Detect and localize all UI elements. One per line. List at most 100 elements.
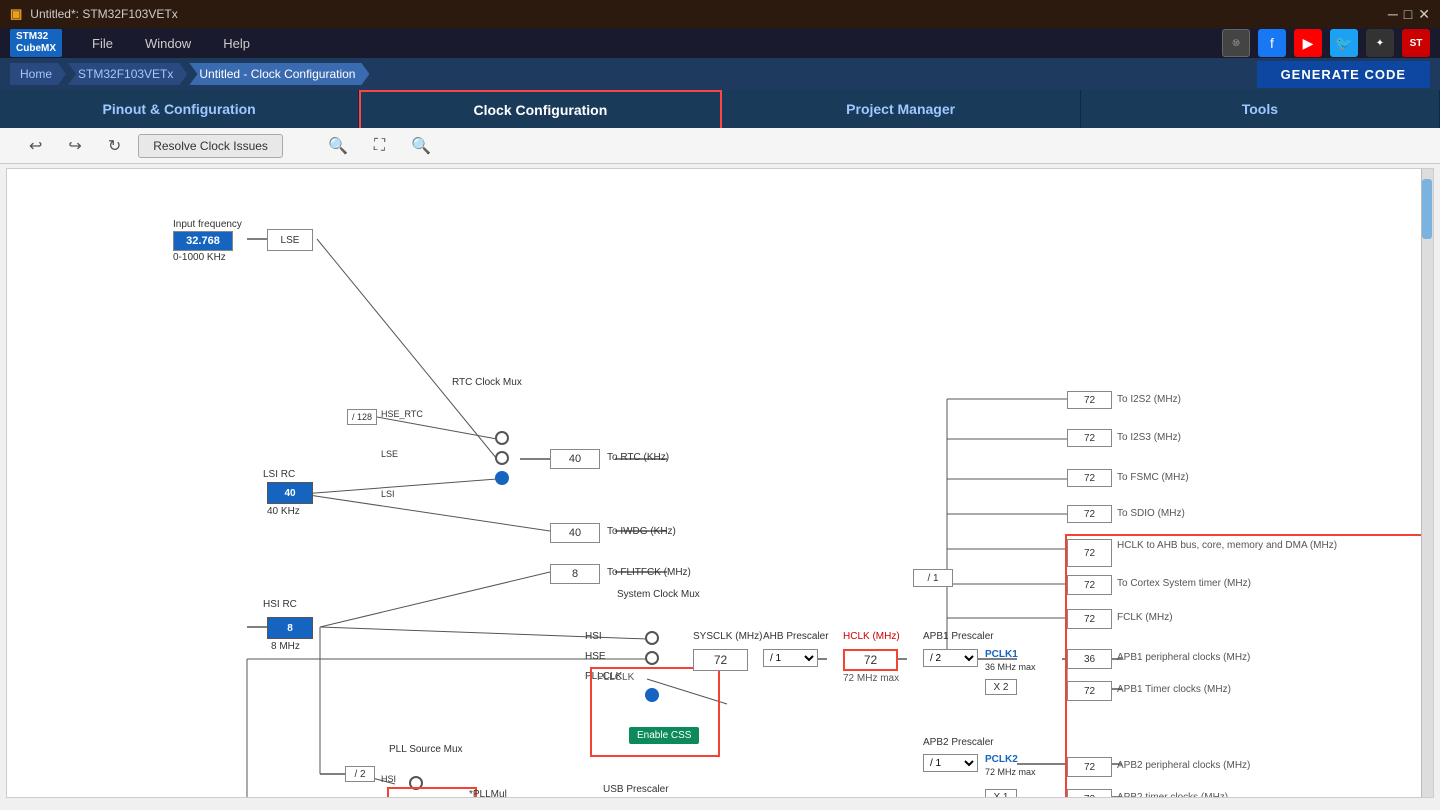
minimize-button[interactable]: ─ [1388,6,1398,23]
resolve-clock-button[interactable]: Resolve Clock Issues [138,134,283,158]
refresh-button[interactable]: ↻ [99,131,130,161]
title-bar: ▣ Untitled*: STM32F103VETx ─ □ ✕ [0,0,1440,28]
lsi-option-label: LSI [381,489,395,499]
breadcrumb-device[interactable]: STM32F103VETx [68,63,187,85]
breadcrumb-home[interactable]: Home [10,63,66,85]
input-freq-top-value[interactable]: 32.768 [173,231,233,251]
apb2-periph-label: APB2 peripheral clocks (MHz) [1117,760,1250,771]
maximize-button[interactable]: □ [1404,6,1412,23]
cortex-value[interactable]: 72 [1067,575,1112,595]
pll-source-mux-label: PLL Source Mux [389,744,463,755]
zoom-out-button[interactable]: 🔍 [402,131,440,161]
fsmc-label: To FSMC (MHz) [1117,472,1189,483]
app-title: Untitled*: STM32F103VETx [30,7,177,21]
div2-pll-box: / 2 [345,766,375,782]
pclk2-label: PCLK2 [985,754,1018,765]
scrollbar[interactable] [1421,169,1433,797]
div1-sys-box: / 1 [913,569,953,587]
undo-button[interactable]: ↩ [20,131,51,161]
sysclk-label: SYSCLK (MHz) [693,631,762,642]
diagram-lines [7,169,1433,797]
to-flit-value[interactable]: 8 [550,564,600,584]
sdio-value[interactable]: 72 [1067,505,1112,523]
ahb-prescaler-select[interactable]: / 1 [763,649,818,667]
to-rtc-label: To RTC (KHz) [607,452,669,463]
apb1-timer-value[interactable]: 72 [1067,681,1112,701]
to-rtc-value[interactable]: 40 [550,449,600,469]
facebook-icon[interactable]: f [1258,29,1286,57]
zoom-in-button[interactable]: 🔍 [319,131,357,161]
hsi-pll-label: HSI [381,774,396,784]
i2s2-value[interactable]: 72 [1067,391,1112,409]
fit-button[interactable]: ⛶ [365,132,394,160]
twitter-icon[interactable]: 🐦 [1330,29,1358,57]
help-menu[interactable]: Help [209,32,264,55]
sdio-label: To SDIO (MHz) [1117,508,1185,519]
lse-box: LSE [267,229,313,251]
pllmul-section [387,787,477,797]
youtube-icon[interactable]: ▶ [1294,29,1322,57]
redo-button[interactable]: ↪ [59,131,90,161]
st-logo: ST [1402,29,1430,57]
app-logo: ▣ [10,6,22,22]
freq-range-top-label: 0-1000 KHz [173,252,226,263]
apb1-prescaler-select[interactable]: / 2 [923,649,978,667]
sysclk-hse-radio[interactable] [645,651,659,665]
tab-tools[interactable]: Tools [1081,90,1440,128]
hclk-label: HCLK (MHz) [843,631,900,642]
apb2-prescaler-select[interactable]: / 1 [923,754,978,772]
usb-prescaler-label: USB Prescaler [603,784,669,795]
tab-project[interactable]: Project Manager [722,90,1081,128]
apb2-periph-value[interactable]: 72 [1067,757,1112,777]
pclk2-max-label: 72 MHz max [985,767,1036,777]
generate-code-button[interactable]: GENERATE CODE [1257,61,1430,88]
apb1-prescaler-label: APB1 Prescaler [923,631,994,642]
window-menu[interactable]: Window [131,32,205,55]
hsi-mhz-label: 8 MHz [271,641,300,652]
rtc-mux-lsi-radio[interactable] [495,471,509,485]
lse-option-label: LSE [381,449,398,459]
pclk1-max-label: 36 MHz max [985,662,1036,672]
lsi-rc-label: LSI RC [263,469,295,480]
breadcrumb-project[interactable]: Untitled - Clock Configuration [189,63,369,85]
sysclk-pll-radio[interactable] [645,688,659,702]
x1-apb2-box: X 1 [985,789,1017,797]
fclk-value[interactable]: 72 [1067,609,1112,629]
breadcrumb-bar: Home STM32F103VETx Untitled - Clock Conf… [0,58,1440,90]
rtc-mux-lse-radio[interactable] [495,451,509,465]
sysclk-hsi-radio[interactable] [645,631,659,645]
main-canvas: Input frequency 32.768 0-1000 KHz LSE LS… [6,168,1434,798]
rtc-mux-hse-radio[interactable] [495,431,509,445]
close-button[interactable]: ✕ [1418,6,1430,23]
apb2-timer-label: APB2 timer clocks (MHz) [1117,792,1228,797]
to-flit-label: To FLITFCK (MHz) [607,567,691,578]
toolbar: ↩ ↪ ↻ Resolve Clock Issues 🔍 ⛶ 🔍 [0,128,1440,164]
hsi-value-box[interactable]: 8 [267,617,313,639]
file-menu[interactable]: File [78,32,127,55]
badge-icon: ⑩ [1222,29,1250,57]
tab-clock[interactable]: Clock Configuration [359,90,721,128]
pll-src-hsi-radio[interactable] [409,776,423,790]
hclk-ahb-label: HCLK to AHB bus, core, memory and DMA (M… [1117,540,1397,551]
ahb-prescaler-label: AHB Prescaler [763,631,829,642]
rtc-mux-label: RTC Clock Mux [452,377,522,388]
tab-pinout[interactable]: Pinout & Configuration [0,90,359,128]
network-icon[interactable]: ✦ [1366,29,1394,57]
scroll-thumb[interactable] [1422,179,1432,239]
i2s3-label: To I2S3 (MHz) [1117,432,1181,443]
hse-rtc-label: HSE_RTC [381,409,423,419]
cortex-label: To Cortex System timer (MHz) [1117,578,1251,589]
input-freq-top-label: Input frequency [173,219,242,230]
lsi-value-box[interactable]: 40 [267,482,313,504]
apb1-periph-value[interactable]: 36 [1067,649,1112,669]
pllclk-label: PLLCLK [597,672,634,683]
fsmc-value[interactable]: 72 [1067,469,1112,487]
hclk-value[interactable]: 72 [843,649,898,671]
enable-css-button[interactable]: Enable CSS [629,727,699,744]
sysclk-value[interactable]: 72 [693,649,748,671]
hclk-ahb-value[interactable]: 72 [1067,539,1112,567]
apb2-timer-value[interactable]: 72 [1067,789,1112,797]
i2s3-value[interactable]: 72 [1067,429,1112,447]
i2s2-label: To I2S2 (MHz) [1117,394,1181,405]
to-iwdg-value[interactable]: 40 [550,523,600,543]
